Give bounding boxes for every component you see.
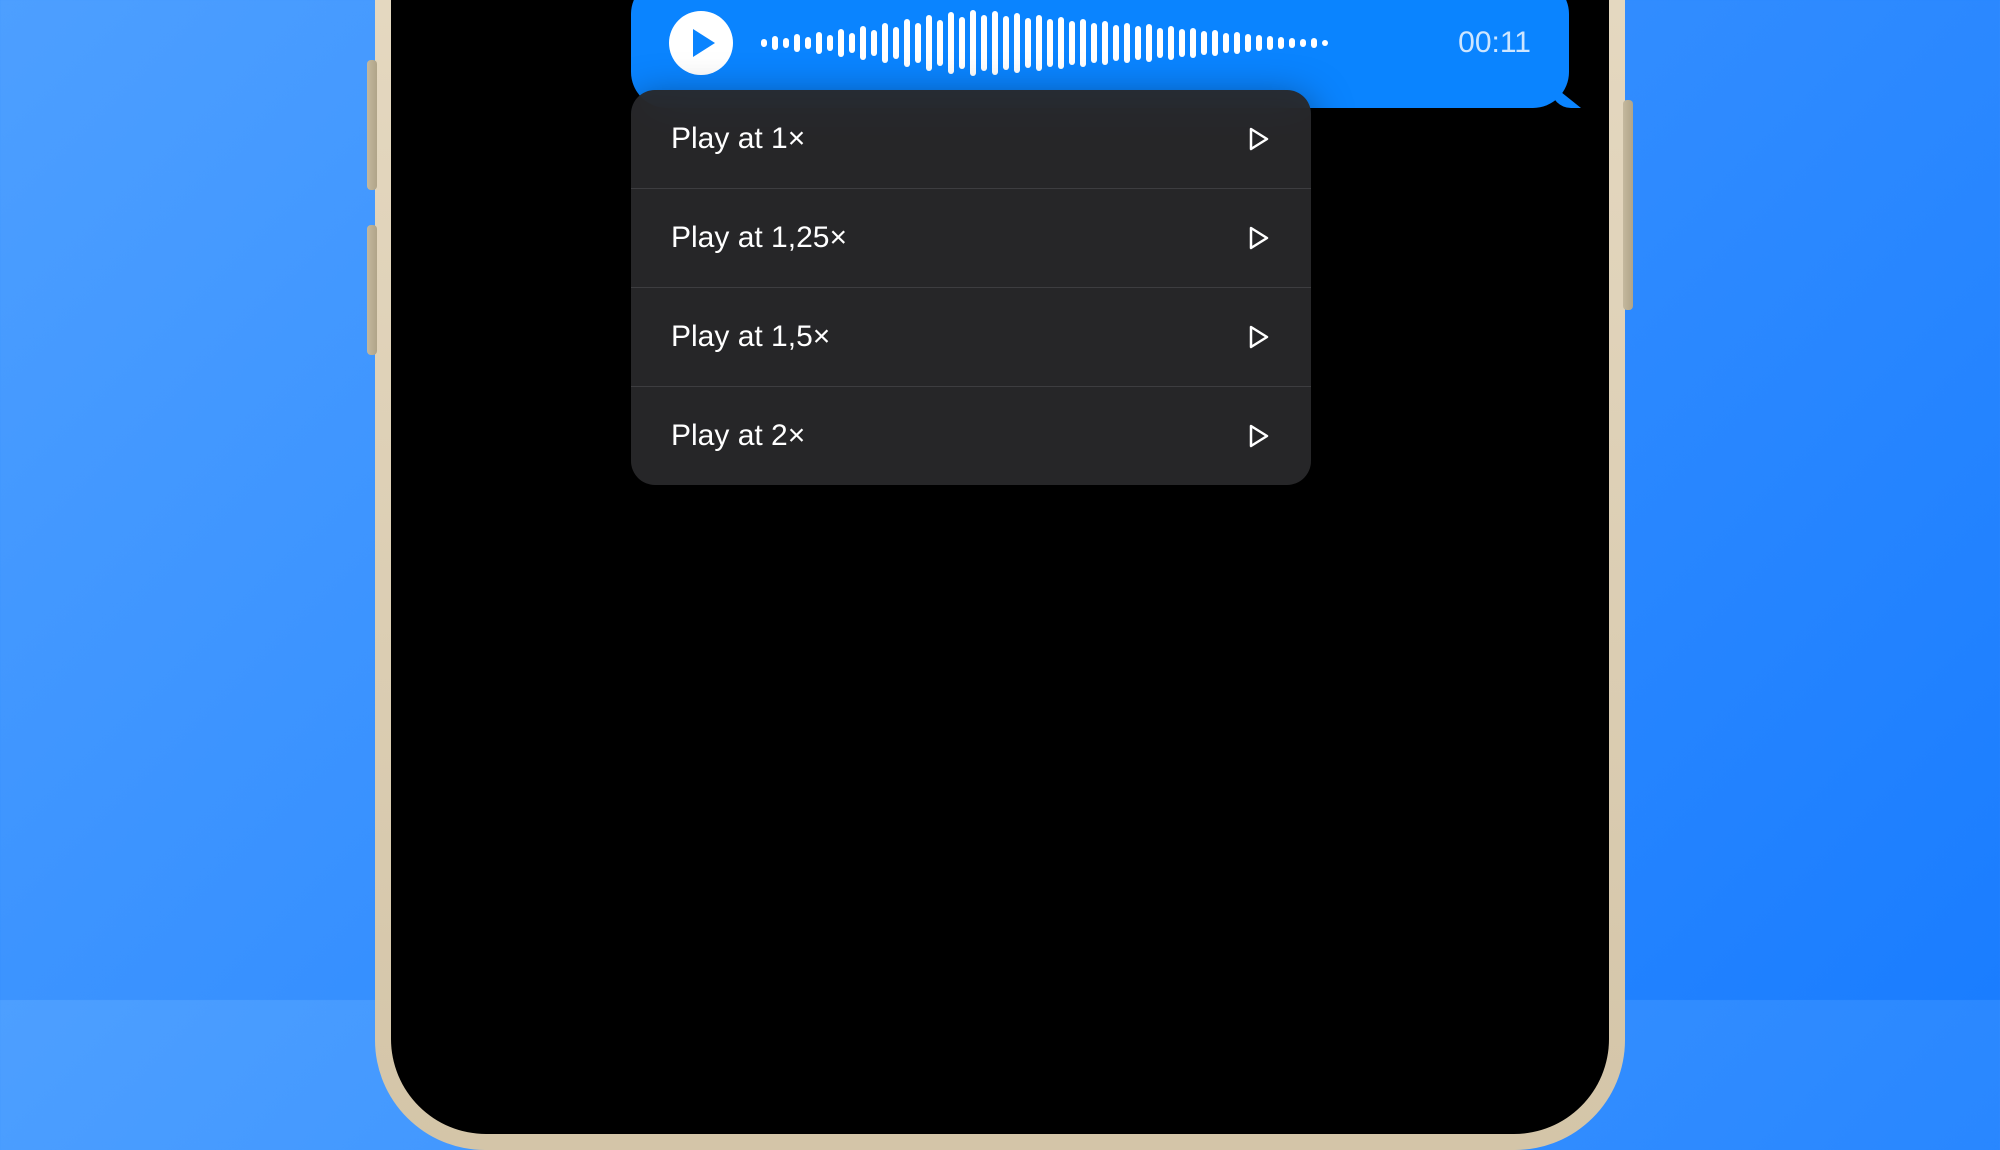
waveform-bar: [937, 20, 943, 66]
waveform-bar: [783, 38, 789, 48]
waveform-bar: [1025, 18, 1031, 68]
waveform-bar: [981, 15, 987, 71]
waveform-bar: [1080, 19, 1086, 67]
menu-item-label: Play at 2×: [671, 419, 805, 453]
waveform-bar: [1300, 39, 1306, 47]
waveform-bar: [915, 23, 921, 63]
waveform-bar: [1256, 35, 1262, 51]
waveform-bar: [1201, 31, 1207, 55]
power-button: [1623, 100, 1633, 310]
waveform-bar: [1058, 17, 1064, 69]
playback-speed-option[interactable]: Play at 1×: [631, 90, 1311, 189]
waveform-bar: [926, 15, 932, 71]
waveform-bar: [827, 35, 833, 51]
waveform-bar: [772, 36, 778, 50]
playback-speed-menu: Play at 1× Play at 1,25× Play at 1,5× Play …: [631, 90, 1311, 485]
waveform-bar: [1146, 24, 1152, 62]
waveform-bar: [1168, 26, 1174, 60]
menu-item-label: Play at 1×: [671, 122, 805, 156]
waveform-bar: [794, 34, 800, 52]
phone-device-frame: Filipe iMessage Today, 18:16: [375, 0, 1625, 1150]
waveform-bar: [893, 27, 899, 59]
message-area: iMessage Today, 18:16 00:11 Play at 1×Pl…: [391, 0, 1609, 515]
waveform-bar: [1322, 40, 1328, 46]
play-button[interactable]: [669, 11, 733, 75]
waveform-bar: [849, 33, 855, 53]
playback-speed-option[interactable]: Play at 2×: [631, 387, 1311, 485]
menu-item-label: Play at 1,5×: [671, 320, 830, 354]
play-icon: [1247, 422, 1271, 450]
waveform-bar: [1003, 16, 1009, 70]
waveform-bar: [1234, 32, 1240, 54]
playback-speed-option[interactable]: Play at 1,25×: [631, 189, 1311, 288]
phone-screen: Filipe iMessage Today, 18:16: [391, 0, 1609, 1134]
waveform-bar: [805, 37, 811, 49]
waveform-bar: [816, 32, 822, 54]
menu-item-label: Play at 1,25×: [671, 221, 847, 255]
volume-up-button: [367, 60, 377, 190]
waveform-bar: [948, 12, 954, 74]
waveform-bar: [860, 26, 866, 60]
waveform-bar: [1289, 38, 1295, 48]
waveform-bar: [1267, 36, 1273, 50]
waveform-bar: [1113, 25, 1119, 61]
waveform-bar: [1245, 34, 1251, 52]
audio-duration: 00:11: [1458, 26, 1531, 60]
play-icon: [1247, 224, 1271, 252]
waveform-bar: [1223, 33, 1229, 53]
waveform-bar: [1278, 37, 1284, 49]
waveform-bar: [1124, 23, 1130, 63]
waveform-bar: [959, 17, 965, 69]
waveform-bar: [1157, 28, 1163, 58]
waveform-bar: [1311, 38, 1317, 48]
audio-waveform[interactable]: [761, 8, 1430, 78]
waveform-bar: [882, 23, 888, 63]
play-icon: [693, 29, 715, 57]
waveform-bar: [1212, 30, 1218, 56]
play-icon: [1247, 125, 1271, 153]
waveform-bar: [1036, 15, 1042, 71]
waveform-bar: [1069, 21, 1075, 65]
waveform-bar: [1190, 28, 1196, 58]
waveform-bar: [1102, 21, 1108, 65]
waveform-bar: [992, 11, 998, 75]
waveform-bar: [1179, 29, 1185, 57]
play-icon: [1247, 323, 1271, 351]
waveform-bar: [1091, 23, 1097, 63]
waveform-bar: [1047, 19, 1053, 67]
waveform-bar: [871, 30, 877, 56]
waveform-bar: [1135, 26, 1141, 60]
waveform-bar: [1014, 13, 1020, 73]
waveform-bar: [838, 29, 844, 57]
waveform-bar: [970, 10, 976, 76]
playback-speed-option[interactable]: Play at 1,5×: [631, 288, 1311, 387]
volume-down-button: [367, 225, 377, 355]
waveform-bar: [761, 39, 767, 47]
waveform-bar: [904, 19, 910, 67]
